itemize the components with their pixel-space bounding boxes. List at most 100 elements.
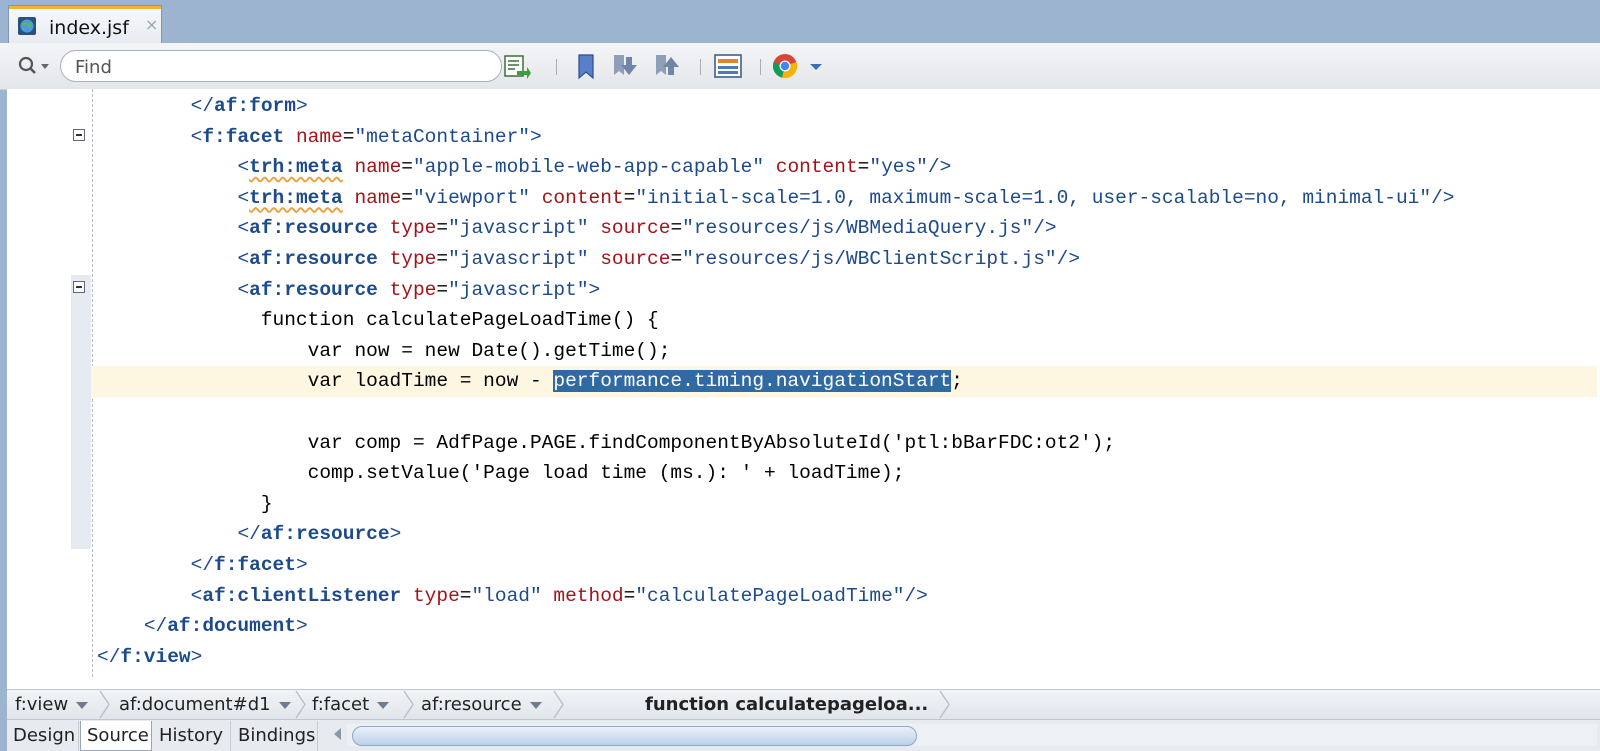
find-input[interactable] <box>73 54 497 80</box>
find-field[interactable] <box>60 50 502 82</box>
tab-index-jsf[interactable]: index.jsf × <box>8 5 162 43</box>
chevron-down-icon[interactable] <box>529 701 542 709</box>
code-line[interactable]: <trh:meta name="apple-mobile-web-app-cap… <box>97 152 1597 183</box>
code-attribute-value: "javascript" <box>448 217 589 240</box>
code-bracket: > <box>295 554 308 576</box>
code-tag-name: f:view <box>120 645 191 668</box>
code-text: var comp = AdfPage.PAGE.findComponentByA… <box>307 431 1116 454</box>
code-text: var loadTime = now - <box>307 370 554 393</box>
chevron-down-icon[interactable] <box>76 701 89 709</box>
code-line[interactable]: </f:facet> <box>97 550 1597 581</box>
tab-history[interactable]: History <box>153 721 231 751</box>
code-line[interactable]: </af:form> <box>97 91 1597 122</box>
tab-close-icon[interactable]: × <box>145 15 158 34</box>
next-bookmark-icon[interactable] <box>610 51 642 81</box>
horizontal-scrollbar-thumb[interactable] <box>352 726 917 746</box>
code-line[interactable]: </af:resource> <box>97 519 1597 550</box>
code-attribute-value: "load" <box>471 584 542 607</box>
code-line-current[interactable]: var loadTime = now - performance.timing.… <box>91 366 1597 398</box>
code-line[interactable]: <af:resource type="javascript" source="r… <box>97 213 1597 244</box>
breadcrumb-label: af:document#d1 <box>119 694 271 715</box>
code-text: = <box>459 584 472 607</box>
code-bracket: < <box>237 186 250 209</box>
search-options-icon[interactable] <box>14 53 54 79</box>
code-text: function calculatePageLoadTime() { <box>260 309 659 332</box>
chevron-down-icon[interactable] <box>278 701 291 709</box>
tab-design[interactable]: Design <box>7 721 79 751</box>
breadcrumb-item-ffacet[interactable]: f:facet <box>312 690 390 719</box>
code-text: = <box>857 156 870 179</box>
code-line[interactable]: <af:resource type="javascript"> <box>97 275 1597 306</box>
browser-dropdown-icon[interactable] <box>802 51 834 81</box>
code-tag-name: af:resource <box>260 523 390 546</box>
code-tag-name: af:document <box>167 615 296 638</box>
code-attribute-value: "metaContainer" <box>354 125 530 148</box>
code-selection: performance.timing.navigationStart <box>553 370 952 393</box>
code-attribute-value: "resources/js/WBClientScript.js" <box>682 248 1057 270</box>
tab-bindings[interactable]: Bindings <box>232 721 318 751</box>
code-line[interactable]: var comp = AdfPage.PAGE.findComponentByA… <box>97 428 1597 459</box>
code-editor[interactable]: </af:form> <f:facet name="metaContainer"… <box>7 89 1600 689</box>
code-attribute-value: "calculatePageLoadTime" <box>635 584 905 607</box>
code-bracket: < <box>237 248 250 270</box>
fold-resource-icon[interactable] <box>73 281 85 293</box>
code-attribute-value: "resources/js/WBMediaQuery.js" <box>682 217 1034 240</box>
code-tag-name: trh:meta <box>249 156 343 179</box>
code-line[interactable] <box>97 397 1597 428</box>
code-attribute-value: "initial-scale=1.0, maximum-scale=1.0, u… <box>635 186 1432 209</box>
code-text: = <box>436 248 449 270</box>
code-tag-name: af:resource <box>249 278 378 301</box>
code-bracket: > <box>295 615 308 638</box>
code-line[interactable]: } <box>97 489 1597 520</box>
code-attribute: source <box>600 248 671 270</box>
code-tag-name: f:facet <box>214 554 296 576</box>
code-attribute: type <box>412 584 460 607</box>
breadcrumb: f:view af:document#d1 f:facet af:resourc… <box>7 689 1600 719</box>
go-to-source-icon[interactable] <box>500 51 532 81</box>
code-line[interactable]: function calculatePageLoadTime() { <box>97 305 1597 336</box>
code-attribute-value: "javascript" <box>448 278 589 301</box>
code-attribute: name <box>354 186 402 209</box>
breadcrumb-separator-icon <box>295 690 306 719</box>
breadcrumb-item-fview[interactable]: f:view <box>15 690 89 719</box>
code-bracket: < <box>190 584 203 607</box>
code-text: = <box>436 217 449 240</box>
code-bracket: > <box>295 95 308 117</box>
code-line[interactable]: <af:clientListener type="load" method="c… <box>97 581 1597 612</box>
code-line[interactable]: <af:resource type="javascript" source="r… <box>97 244 1597 275</box>
code-line[interactable]: </af:document> <box>97 611 1597 642</box>
code-bracket: /> <box>927 156 952 179</box>
previous-bookmark-icon[interactable] <box>652 51 684 81</box>
code-text: = <box>436 278 449 301</box>
code-text: comp.setValue('Page load time (ms.): ' +… <box>307 462 905 485</box>
breadcrumb-item-afresource[interactable]: af:resource <box>421 690 542 719</box>
code-line[interactable]: var now = new Date().getTime(); <box>97 336 1597 367</box>
breadcrumb-separator-icon <box>553 690 564 719</box>
code-attribute: type <box>389 248 437 270</box>
bookmark-icon[interactable] <box>570 51 602 81</box>
code-text: ; <box>951 370 963 393</box>
code-attribute: method <box>553 584 624 607</box>
scroll-left-icon[interactable] <box>334 728 341 740</box>
code-line[interactable]: <trh:meta name="viewport" content="initi… <box>97 183 1597 214</box>
code-line[interactable]: comp.setValue('Page load time (ms.): ' +… <box>97 458 1597 489</box>
breadcrumb-item-afdocument[interactable]: af:document#d1 <box>119 690 291 719</box>
structure-view-icon[interactable] <box>712 51 744 81</box>
code-line[interactable]: </f:view> <box>97 642 1597 673</box>
fold-facet-icon[interactable] <box>73 129 85 141</box>
code-line[interactable]: <f:facet name="metaContainer"> <box>97 122 1597 153</box>
tab-source[interactable]: Source <box>80 721 152 751</box>
chrome-browser-icon[interactable] <box>770 51 802 81</box>
chevron-down-icon[interactable] <box>377 701 390 709</box>
code-text: var now = new Date().getTime(); <box>307 339 671 362</box>
breadcrumb-separator-icon <box>99 690 110 719</box>
code-bracket: < <box>237 156 250 179</box>
